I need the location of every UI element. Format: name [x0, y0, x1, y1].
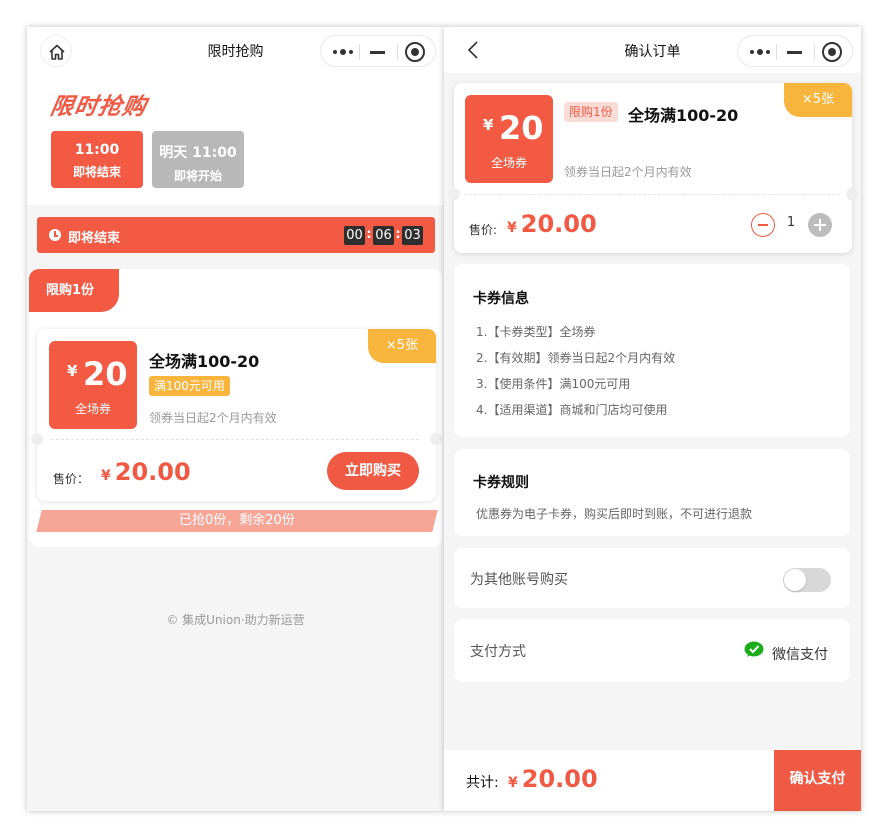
countdown-label: 即将结束 — [68, 231, 121, 246]
price-value: ¥20.00 — [101, 458, 191, 486]
info-line: 2.【有效期】领券当日起2个月内有效 — [476, 351, 676, 365]
coupon-notch — [430, 433, 442, 445]
info-line: 3.【使用条件】满100元可用 — [476, 377, 631, 391]
currency-symbol: ¥ — [101, 468, 111, 484]
slot-time: 明天 11:00 — [159, 145, 237, 161]
other-account-toggle[interactable] — [783, 568, 831, 592]
coupon-amount-box: ¥ 20 全场券 — [465, 95, 553, 183]
rules-text: 优惠券为电子卡券，购买后即时到账，不可进行退款 — [476, 507, 753, 521]
other-account-label: 为其他账号购买 — [470, 572, 568, 588]
divider — [464, 194, 840, 195]
mini-program-capsule — [737, 35, 853, 67]
limit-group-card: 限购1份 ¥ 20 全场券 ×5张 全场满100-20 满100元可用 领券当日… — [29, 269, 442, 547]
time-slot-upcoming[interactable]: 明天 11:00 即将开始 — [152, 131, 244, 188]
currency-symbol: ¥ — [483, 116, 494, 134]
coupon-rules-panel: 卡券规则 优惠券为电子卡券，购买后即时到账，不可进行退款 — [454, 449, 850, 536]
sold-text: 已抢0份，剩余20份 — [179, 513, 295, 528]
decrease-quantity-button[interactable] — [751, 213, 775, 237]
coupon-name: 全场满100-20 — [149, 352, 260, 371]
total-label: 共计: — [466, 775, 499, 791]
close-circle-icon[interactable] — [822, 42, 842, 62]
price-value: ¥20.00 — [507, 210, 597, 238]
footer-credit: © 集成Union·助力新运营 — [166, 613, 305, 627]
flash-sale-screen: 限时抢购 限时抢购 11:00 即将结束 明天 11:00 即将开始 即将结束 … — [27, 27, 444, 811]
total-amount: 20.00 — [521, 765, 598, 793]
mini-program-capsule — [320, 35, 436, 67]
condition-chip: 满100元可用 — [149, 376, 230, 396]
more-dots-icon[interactable] — [333, 49, 355, 55]
panel-title: 卡券规则 — [473, 475, 529, 491]
currency-symbol: ¥ — [507, 220, 517, 236]
price-amount: 20.00 — [520, 210, 597, 238]
currency-symbol: ¥ — [508, 775, 518, 791]
coupon-info-panel: 卡券信息 1.【卡券类型】全场券 2.【有效期】领券当日起2个月内有效 3.【使… — [454, 264, 850, 437]
coupon-name: 全场满100-20 — [628, 106, 739, 125]
limit-chip: 限购1份 — [564, 102, 618, 122]
coupon-amount: 20 — [499, 109, 544, 147]
info-line: 1.【卡券类型】全场券 — [476, 325, 596, 339]
coupon-card[interactable]: ¥ 20 全场券 ×5张 全场满100-20 满100元可用 领券当日起2个月内… — [31, 329, 442, 501]
slot-status: 即将开始 — [173, 169, 222, 183]
coupon-validity: 领券当日起2个月内有效 — [564, 165, 692, 179]
payment-value: 微信支付 — [772, 647, 828, 663]
coupon-amount-box: ¥ 20 全场券 — [49, 341, 137, 429]
coupon-validity: 领券当日起2个月内有效 — [149, 411, 277, 425]
minimize-icon[interactable] — [370, 51, 385, 54]
countdown-bar: 即将结束 00 : 06 : 03 — [37, 217, 435, 253]
slot-status: 即将结束 — [72, 165, 121, 179]
confirm-order-screen: 确认订单 ¥ 20 全场券 ×5张 限购1份 全场满100-20 领券当日起2个… — [444, 27, 861, 811]
coupon-amount: 20 — [83, 355, 128, 393]
divider — [51, 439, 419, 440]
more-dots-icon[interactable] — [750, 49, 772, 55]
total-value: ¥20.00 — [508, 765, 598, 793]
countdown-separator: : — [366, 227, 372, 242]
payment-label: 支付方式 — [470, 644, 526, 660]
info-line: 4.【适用渠道】商城和门店均可使用 — [476, 403, 668, 417]
coupon-kind: 全场券 — [490, 156, 527, 170]
quantity-tag: ×5张 — [368, 329, 436, 363]
coupon-kind: 全场券 — [74, 402, 111, 416]
currency-symbol: ¥ — [67, 362, 78, 380]
price-label: 售价： — [53, 472, 90, 486]
countdown-minutes: 06 — [373, 226, 394, 245]
coupon-notch — [448, 188, 460, 200]
limit-tab: 限购1份 — [29, 269, 119, 312]
wechat-pay-icon — [744, 641, 764, 657]
increase-quantity-button[interactable] — [808, 213, 832, 237]
promo-title: 限时抢购 — [48, 94, 149, 120]
nav-bar: 限时抢购 — [27, 27, 444, 73]
panel-title: 卡券信息 — [473, 291, 529, 307]
quantity-value: 1 — [786, 215, 796, 230]
coupon-notch — [846, 188, 858, 200]
minimize-icon[interactable] — [787, 51, 802, 54]
price-label: 售价: — [469, 223, 498, 237]
checkout-bar: 共计: ¥20.00 确认支付 — [444, 750, 861, 811]
slot-time: 11:00 — [74, 142, 120, 158]
countdown-separator: : — [395, 227, 401, 242]
close-circle-icon[interactable] — [405, 42, 425, 62]
screenshot-stage: 限时抢购 限时抢购 11:00 即将结束 明天 11:00 即将开始 即将结束 … — [0, 0, 888, 838]
countdown-seconds: 03 — [402, 226, 423, 245]
clock-icon — [49, 229, 61, 241]
confirm-pay-button[interactable]: 确认支付 — [774, 750, 861, 811]
countdown-hours: 00 — [344, 226, 365, 245]
quantity-tag: ×5张 — [784, 83, 852, 117]
time-slot-active[interactable]: 11:00 即将结束 — [51, 131, 143, 188]
price-amount: 20.00 — [114, 458, 191, 486]
buy-now-button[interactable]: 立即购买 — [327, 452, 419, 490]
sold-progress-bar: 已抢0份，剩余20份 — [36, 510, 438, 532]
coupon-notch — [31, 433, 43, 445]
nav-bar: 确认订单 — [444, 27, 861, 73]
